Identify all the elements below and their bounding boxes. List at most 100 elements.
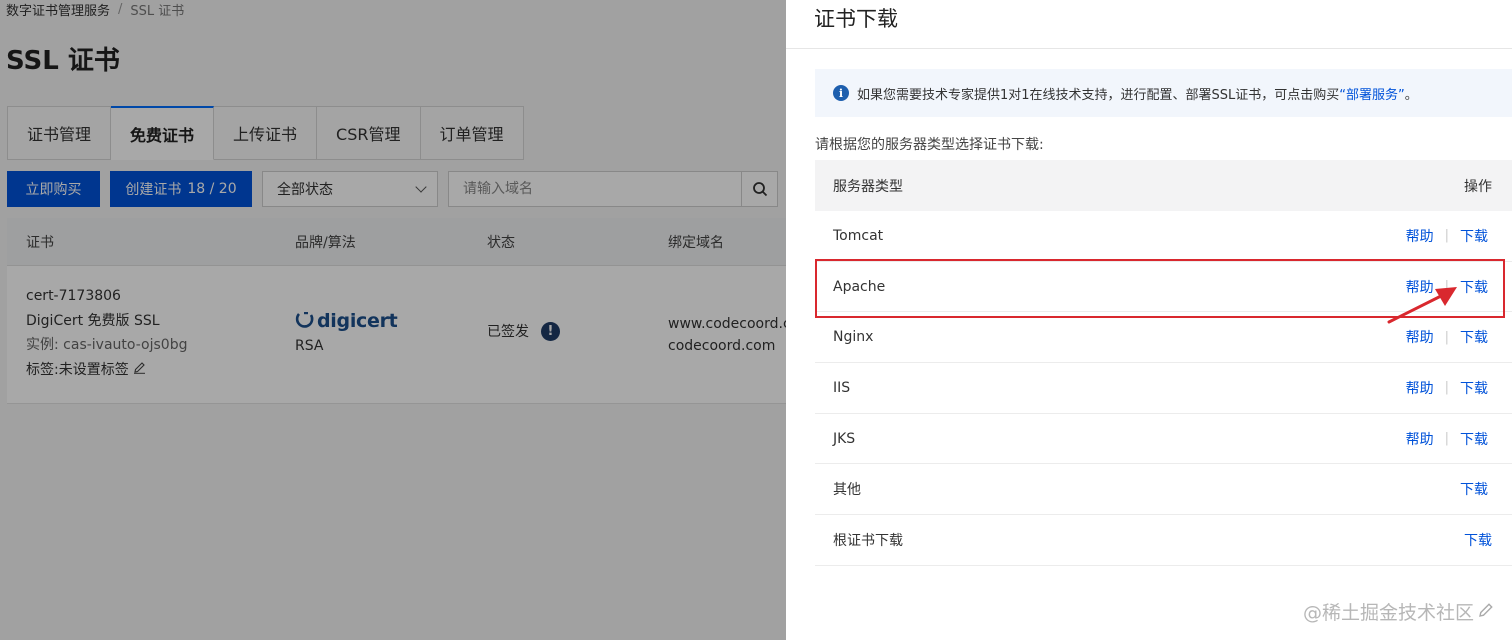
server-name: Nginx — [833, 329, 874, 346]
instruction-text: 请根据您的服务器类型选择证书下载: — [815, 137, 1044, 153]
cert-info: cert-7173806 DigiCert 免费版 SSL 实例: cas-iv… — [26, 284, 187, 382]
server-row-iis: IIS 帮助 | 下载 — [815, 363, 1512, 414]
chevron-down-icon — [415, 180, 427, 193]
drawer-divider — [786, 48, 1512, 49]
action-separator: | — [1444, 279, 1449, 295]
background-page: 数字证书管理服务 / SSL 证书 SSL 证书 证书管理 免费证书 上传证书 … — [0, 0, 786, 640]
page-title: SSL 证书 — [6, 46, 120, 76]
breadcrumb: 数字证书管理服务 / SSL 证书 — [6, 0, 185, 19]
digicert-logo: digicert — [295, 310, 398, 332]
help-link[interactable]: 帮助 — [1406, 429, 1434, 449]
cert-download-drawer: 证书下载 i 如果您需要技术专家提供1对1在线技术支持，进行配置、部署SSL证书… — [786, 0, 1512, 640]
alert-icon[interactable]: ! — [541, 321, 560, 341]
server-row-apache: Apache 帮助 | 下载 — [815, 262, 1512, 313]
help-link[interactable]: 帮助 — [1406, 378, 1434, 398]
row-actions: 下载 — [1460, 479, 1488, 499]
action-separator: | — [1444, 380, 1449, 396]
header-cert: 证书 — [26, 234, 54, 251]
buy-button[interactable]: 立即购买 — [7, 171, 100, 207]
breadcrumb-current: SSL 证书 — [130, 3, 185, 19]
cert-table-header: 证书 品牌/算法 状态 绑定域名 — [7, 218, 786, 266]
row-actions: 帮助 | 下载 — [1406, 378, 1488, 398]
row-actions: 帮助 | 下载 — [1406, 429, 1488, 449]
help-link[interactable]: 帮助 — [1406, 277, 1434, 297]
server-name: Apache — [833, 278, 886, 295]
status-select[interactable]: 全部状态 — [262, 171, 438, 207]
download-link[interactable]: 下载 — [1460, 378, 1488, 398]
status-select-value: 全部状态 — [277, 182, 333, 198]
server-row-other: 其他 下载 — [815, 464, 1512, 516]
domain-cell: www.codecoord.com codecoord.com — [668, 313, 786, 357]
server-row-nginx: Nginx 帮助 | 下载 — [815, 312, 1512, 364]
header-status: 状态 — [487, 234, 515, 251]
download-link[interactable]: 下载 — [1460, 429, 1488, 449]
digicert-logo-text: digicert — [317, 310, 398, 332]
domain-secondary: codecoord.com — [668, 338, 776, 354]
row-actions: 下载 — [1464, 530, 1492, 550]
brand-cell: digicert RSA — [295, 310, 398, 354]
watermark-text: @稀土掘金技术社区 — [1303, 602, 1475, 624]
download-link[interactable]: 下载 — [1464, 530, 1492, 550]
help-link[interactable]: 帮助 — [1406, 327, 1434, 347]
header-brand: 品牌/算法 — [295, 234, 356, 251]
server-name: 其他 — [833, 482, 861, 499]
server-row-jks: JKS 帮助 | 下载 — [815, 414, 1512, 465]
cert-algorithm: RSA — [295, 338, 324, 354]
cert-tags-label: 标签:未设置标签 — [26, 361, 129, 378]
cert-instance: 实例: cas-ivauto-ojs0bg — [26, 337, 188, 353]
cert-id[interactable]: cert-7173806 — [26, 284, 187, 309]
breadcrumb-separator: / — [118, 1, 123, 17]
download-link[interactable]: 下载 — [1460, 226, 1488, 246]
server-type-table: 服务器类型 操作 Tomcat 帮助 | 下载 Apache 帮助 | 下载 N… — [815, 160, 1512, 566]
row-actions: 帮助 | 下载 — [1406, 226, 1488, 246]
download-link[interactable]: 下载 — [1460, 277, 1488, 297]
action-separator: | — [1444, 329, 1449, 345]
notice-banner: i 如果您需要技术专家提供1对1在线技术支持，进行配置、部署SSL证书，可点击购… — [815, 69, 1512, 117]
header-domain: 绑定域名 — [668, 234, 724, 251]
breadcrumb-root[interactable]: 数字证书管理服务 — [6, 0, 110, 19]
server-name: JKS — [833, 430, 856, 447]
cert-tags: 标签:未设置标签 — [26, 358, 187, 383]
info-icon: i — [833, 85, 849, 101]
server-name: Tomcat — [833, 227, 884, 244]
tab-order-management[interactable]: 订单管理 — [420, 106, 524, 160]
cert-table: 证书 品牌/算法 状态 绑定域名 cert-7173806 DigiCert 免… — [7, 218, 786, 404]
server-row-tomcat: Tomcat 帮助 | 下载 — [815, 211, 1512, 262]
header-action: 操作 — [1464, 178, 1492, 195]
edit-icon[interactable] — [133, 358, 146, 383]
create-cert-button[interactable]: 创建证书 18 / 20 — [110, 171, 252, 207]
create-cert-label: 创建证书 — [125, 182, 182, 198]
tab-upload-cert[interactable]: 上传证书 — [214, 106, 318, 160]
search-icon[interactable] — [741, 172, 777, 206]
action-separator: | — [1444, 228, 1449, 244]
deploy-service-link[interactable]: “部署服务” — [1339, 84, 1404, 103]
tab-cert-management[interactable]: 证书管理 — [7, 106, 112, 160]
notice-end: 。 — [1404, 87, 1418, 103]
download-link[interactable]: 下载 — [1460, 479, 1488, 499]
server-name: IIS — [833, 379, 851, 396]
table-row: cert-7173806 DigiCert 免费版 SSL 实例: cas-iv… — [7, 266, 786, 404]
server-row-root-cert: 根证书下载 下载 — [815, 515, 1512, 566]
status-cell: 已签发 ! — [487, 321, 560, 341]
tab-free-cert[interactable]: 免费证书 — [111, 106, 215, 160]
pencil-icon — [1478, 601, 1494, 623]
tab-bar: 证书管理 免费证书 上传证书 CSR管理 订单管理 — [7, 106, 524, 160]
domain-primary: www.codecoord.com — [668, 316, 786, 332]
cert-name: DigiCert 免费版 SSL — [26, 312, 160, 329]
download-link[interactable]: 下载 — [1460, 327, 1488, 347]
row-actions: 帮助 | 下载 — [1406, 277, 1488, 297]
row-actions: 帮助 | 下载 — [1406, 327, 1488, 347]
cert-status: 已签发 — [487, 324, 529, 340]
create-cert-count: 18 / 20 — [187, 181, 237, 197]
toolbar: 立即购买 创建证书 18 / 20 全部状态 — [7, 171, 778, 207]
notice-text: 如果您需要技术专家提供1对1在线技术支持，进行配置、部署SSL证书，可点击购买 — [857, 87, 1340, 103]
tab-csr-management[interactable]: CSR管理 — [317, 106, 421, 160]
server-table-header: 服务器类型 操作 — [815, 160, 1512, 211]
help-link[interactable]: 帮助 — [1406, 226, 1434, 246]
header-server-type: 服务器类型 — [833, 178, 903, 195]
drawer-title: 证书下载 — [814, 7, 898, 31]
watermark: @稀土掘金技术社区 — [1303, 598, 1494, 625]
server-name: 根证书下载 — [833, 532, 903, 549]
search-box — [448, 171, 778, 207]
domain-search-input[interactable] — [449, 172, 741, 206]
